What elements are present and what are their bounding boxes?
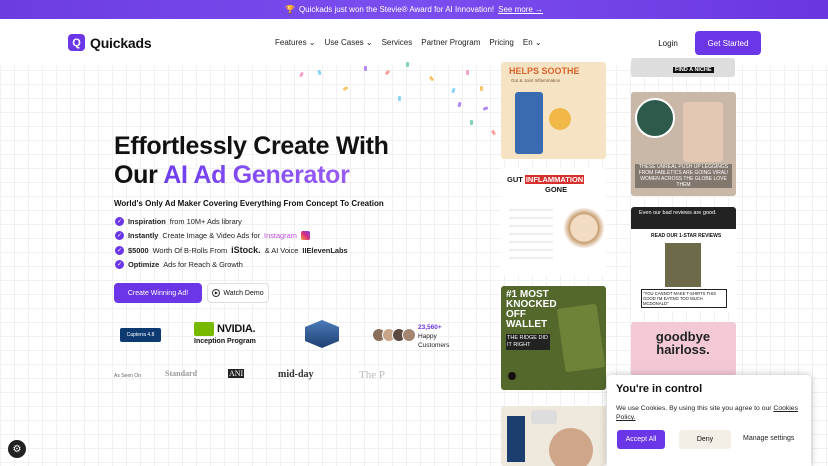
deny-button[interactable]: Deny — [679, 430, 731, 449]
ad-card-soothe[interactable]: HELPS SOOTHE Gut & Joint Inflammation — [501, 62, 606, 159]
ad-headline: HELPS SOOTHE — [509, 66, 580, 76]
person-photo — [683, 102, 723, 162]
play-icon: ▶ — [212, 289, 221, 297]
istock-logo: iStock. — [231, 245, 261, 255]
orange-slice-icon — [549, 108, 571, 130]
press-logo-ani: ANI — [228, 369, 245, 378]
ad-subline: THE RIDGE DID IT RIGHT — [506, 334, 550, 350]
elevenlabs-logo: IIElevenLabs — [302, 245, 348, 255]
ad-subline: READ OUR 1-STAR REVIEWS — [651, 233, 722, 239]
wallet-icon — [556, 303, 606, 373]
logo[interactable]: Q Quickads — [68, 34, 152, 51]
tshirt-stack-icon — [665, 243, 701, 287]
press-logo-midday: mid-day — [278, 369, 314, 380]
person-photo — [549, 428, 593, 466]
nav-features[interactable]: Features ⌄ — [275, 38, 316, 47]
cookie-text: We use Cookies. By using this site you a… — [616, 405, 798, 421]
nav-partner-program[interactable]: Partner Program — [421, 38, 480, 47]
avatar — [402, 328, 416, 342]
nav-use-cases[interactable]: Use Cases ⌄ — [325, 38, 373, 47]
ad-headline: goodbye hairloss. — [655, 329, 711, 357]
get-started-button[interactable]: Get Started — [695, 31, 761, 55]
nvidia-inception-logo: NVIDIA. Inception Program — [194, 322, 256, 345]
press-logo-thep: The P — [359, 369, 385, 381]
review-quote: "YOU CANNOT MAKE T-SHIRTS THIS GOOD I'M … — [641, 289, 727, 308]
brand-icon — [508, 372, 516, 380]
leggings-photo — [635, 98, 675, 138]
instagram-icon — [300, 231, 310, 240]
check-icon: ✓ — [115, 231, 124, 240]
customer-avatars — [372, 328, 416, 342]
award-badge-icon — [305, 320, 339, 348]
nav-pricing[interactable]: Pricing — [489, 38, 513, 47]
watch-demo-button[interactable]: ▶ Watch Demo — [207, 283, 269, 303]
sneaker-icon — [531, 410, 557, 424]
check-icon: ✓ — [115, 245, 124, 255]
feature-item: ✓ Instantly Create Image & Video Ads for … — [115, 231, 348, 240]
nav-language[interactable]: En ⌄ — [523, 38, 542, 47]
accept-all-button[interactable]: Accept All — [617, 430, 665, 449]
ad-headline: GUT INFLAMMATION — [507, 175, 585, 184]
trophy-icon: 🏆 — [284, 5, 295, 14]
feature-item: ✓ Inspiration from 10M+ Ads library — [115, 217, 242, 226]
ad-card-wallet[interactable]: #1 MOST KNOCKED OFF WALLET THE RIDGE DID… — [501, 286, 606, 390]
logo-text: Quickads — [90, 34, 152, 51]
capterra-badge: Capterra 4.8 — [120, 328, 161, 342]
cookie-banner: You're in control We use Cookies. By usi… — [607, 375, 811, 466]
main-menu: Features ⌄ Use Cases ⌄ Services Partner … — [275, 38, 542, 47]
hero-title-highlight: AI Ad Generator — [163, 161, 350, 189]
hero-title-line1: Effortlessly Create With — [114, 132, 389, 160]
ad-card-leggings[interactable]: THESE UNREAL PUSH UP LEGGINGS FROM FABLE… — [631, 92, 736, 196]
supplement-bottle-icon — [515, 92, 543, 154]
see-more-link[interactable]: See more → — [498, 5, 543, 14]
nav-services[interactable]: Services — [382, 38, 413, 47]
ingredient-list — [509, 203, 553, 265]
happy-customers: 23,560+ Happy Customers — [418, 324, 450, 349]
ad-card-niche[interactable]: FIND A NICHE — [631, 58, 735, 77]
banner-text: Quickads just won the Stevie® Award for … — [298, 5, 495, 14]
ad-card-gut-inflammation[interactable]: GUT INFLAMMATION GONE — [501, 167, 606, 275]
feature-list: ✓ Inspiration from 10M+ Ads library ✓ Inst… — [115, 217, 348, 269]
manage-settings-button[interactable]: Manage settings — [743, 435, 794, 442]
announcement-banner: 🏆 Quickads just won the Stevie® Award fo… — [0, 0, 828, 19]
login-button[interactable]: Login — [646, 31, 690, 55]
logo-icon: Q — [68, 34, 85, 51]
feature-item: ✓ Optimize Ads for Reach & Growth — [115, 260, 243, 269]
as-seen-on-label: As Seen On — [114, 373, 141, 379]
instagram-label: Instagram — [264, 231, 297, 240]
hero-subtitle: World's Only Ad Maker Covering Everythin… — [114, 199, 384, 208]
ad-headline-2: GONE — [545, 185, 568, 194]
ad-headline: Even our bad reviews are good. — [631, 207, 736, 229]
cookie-settings-icon[interactable]: ⚙ — [8, 440, 26, 458]
cookie-title: You're in control — [616, 383, 703, 395]
ad-headline: FIND A NICHE — [673, 67, 714, 73]
check-icon: ✓ — [115, 260, 124, 269]
ad-card-hairloss[interactable]: goodbye hairloss. — [631, 322, 736, 376]
hero-title-line2: Our — [114, 161, 164, 189]
coffee-cup-icon — [563, 207, 605, 249]
press-logo-standard: Standard — [165, 369, 198, 378]
feature-item: ✓ $5000 Worth Of B-Rolls From iStock. & A… — [115, 245, 348, 255]
check-icon: ✓ — [115, 217, 124, 226]
create-winning-ad-button[interactable]: Create Winning Ad! — [114, 283, 202, 303]
ad-card-product[interactable] — [501, 406, 606, 466]
ad-caption: THESE UNREAL PUSH UP LEGGINGS FROM FABLE… — [635, 164, 732, 188]
product-box-icon — [507, 416, 525, 462]
hero-title: Effortlessly Create With Our AI Ad Gener… — [114, 132, 494, 190]
ad-card-reviews[interactable]: Even our bad reviews are good. READ OUR … — [631, 207, 736, 311]
nvidia-eye-icon — [194, 322, 214, 336]
ad-subline: Gut & Joint Inflammation — [511, 78, 561, 83]
